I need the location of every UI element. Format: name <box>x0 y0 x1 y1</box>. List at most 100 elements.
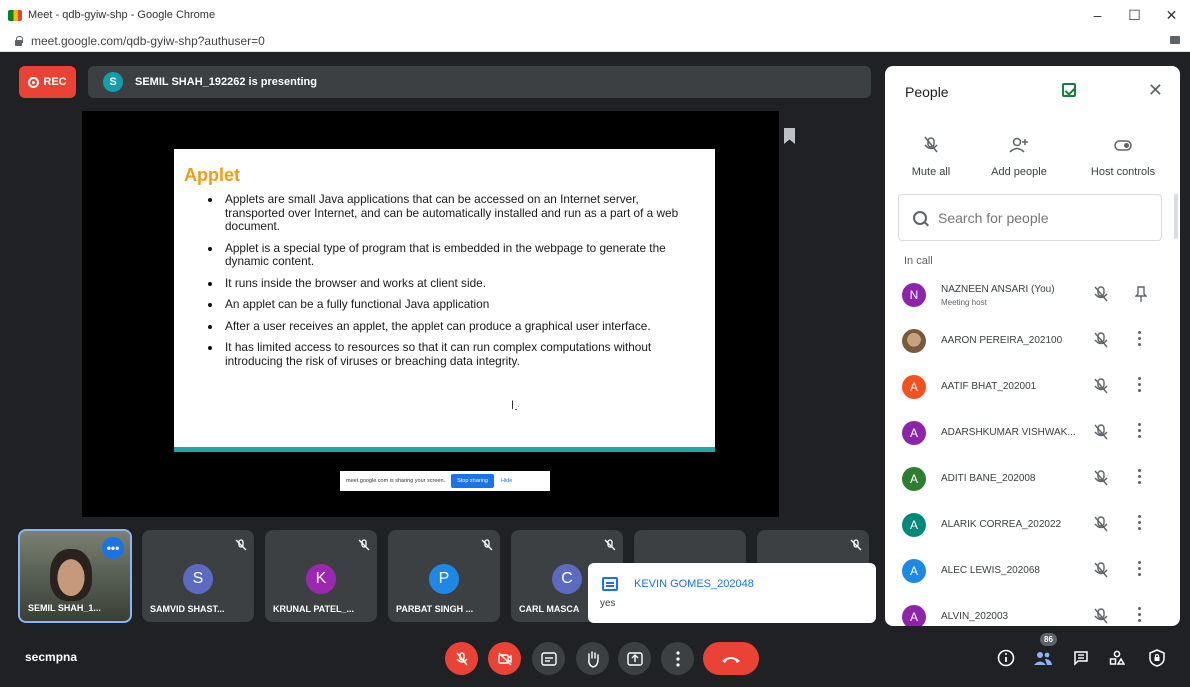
tile-name: SEMIL SHAH_1... <box>28 603 101 613</box>
meet-favicon-icon <box>8 9 22 21</box>
avatar: A <box>902 375 926 399</box>
more-options-icon[interactable]: ••• <box>102 537 124 559</box>
more-options-icon[interactable] <box>1138 515 1142 531</box>
slide-bullet: Applet is a special type of program that… <box>206 241 696 269</box>
presentation-area[interactable]: Applet Applets are small Java applicatio… <box>82 111 795 517</box>
url-text[interactable]: meet.google.com/qdb-gyiw-shp?authuser=0 <box>31 34 265 48</box>
slide-footer-stripe <box>174 447 715 452</box>
mic-off-icon[interactable] <box>1092 285 1110 303</box>
attendance-checklist-icon[interactable] <box>1062 83 1076 97</box>
mic-off-icon[interactable] <box>1092 377 1110 395</box>
participant-tile[interactable]: P PARBAT SINGH ... <box>388 530 500 622</box>
participant-tile[interactable]: K KRUNAL PATEL_... <box>265 530 377 622</box>
leave-call-button[interactable] <box>703 642 759 675</box>
slide-bullet: It has limited access to resources so th… <box>206 340 696 368</box>
mouse-pointer-icon <box>512 400 519 410</box>
participant-row[interactable]: A ALEC LEWIS_202068 <box>885 554 1180 600</box>
participant-video <box>50 549 92 601</box>
participant-row[interactable]: AARON PEREIRA_202100 <box>885 324 1180 370</box>
maximize-button[interactable]: ☐ <box>1116 0 1153 30</box>
tile-name: KRUNAL PATEL_... <box>273 604 355 614</box>
meeting-details-button[interactable] <box>995 647 1017 669</box>
more-options-icon[interactable] <box>1138 331 1142 347</box>
people-search-box[interactable] <box>898 194 1162 241</box>
close-panel-button[interactable]: ✕ <box>1148 80 1163 101</box>
recording-badge[interactable]: REC <box>19 66 76 98</box>
mic-off-icon[interactable] <box>1092 469 1110 487</box>
host-safety-button[interactable] <box>1146 647 1168 669</box>
mic-off-icon[interactable] <box>1092 331 1110 349</box>
record-icon <box>28 76 40 88</box>
tile-avatar: K <box>306 564 336 594</box>
add-people-label: Add people <box>991 166 1047 178</box>
participant-row[interactable]: A ADITI BANE_202008 <box>885 462 1180 508</box>
avatar <box>902 329 926 353</box>
pin-icon[interactable] <box>1135 285 1147 303</box>
add-people-button[interactable]: Add people <box>974 136 1064 178</box>
mic-off-icon <box>604 539 616 551</box>
participant-tile[interactable]: S SAMVID SHAST... <box>142 530 254 622</box>
mute-all-button[interactable]: Mute all <box>886 136 976 178</box>
screen-share-notice: meet.google.com is sharing your screen. … <box>340 471 550 491</box>
chat-button[interactable] <box>1070 647 1092 669</box>
participant-row[interactable]: A ADARSHKUMAR VISHWAK... <box>885 416 1180 462</box>
participant-name: AARON PEREIRA_202100 <box>941 335 1063 346</box>
mic-off-icon[interactable] <box>1092 515 1110 533</box>
presenting-banner: S SEMIL SHAH_192262 is presenting <box>88 66 871 98</box>
mic-off-icon <box>886 136 976 156</box>
search-input[interactable] <box>938 209 1138 226</box>
participant-row[interactable]: A AATIF BHAT_202001 <box>885 370 1180 416</box>
slide-bullet-list: Applets are small Java applications that… <box>206 192 696 376</box>
shield-lock-icon <box>1149 649 1165 667</box>
mic-off-icon[interactable] <box>1092 423 1110 441</box>
participant-row[interactable]: N NAZNEEN ANSARI (You) Meeting host <box>885 278 1180 324</box>
toggle-mic-button[interactable] <box>445 642 478 675</box>
more-options-icon[interactable] <box>1138 423 1142 439</box>
avatar: A <box>902 513 926 537</box>
shapes-icon <box>1109 650 1125 665</box>
camera-in-use-icon[interactable] <box>1170 36 1180 44</box>
more-options-icon[interactable] <box>1138 469 1142 485</box>
chat-notification[interactable]: KEVIN GOMES_202048 yes <box>588 563 876 623</box>
raise-hand-button[interactable] <box>576 642 609 675</box>
mic-off-icon[interactable] <box>1092 607 1110 625</box>
avatar: A <box>902 605 926 626</box>
participant-row[interactable]: A ALVIN_202003 <box>885 600 1180 626</box>
minimize-button[interactable]: – <box>1079 0 1116 30</box>
close-window-button[interactable]: ✕ <box>1153 0 1190 30</box>
captions-button[interactable] <box>532 642 565 675</box>
hide-notice-link[interactable]: Hide <box>501 478 512 484</box>
host-controls-button[interactable]: Host controls <box>1078 136 1168 178</box>
more-options-icon[interactable] <box>1138 561 1142 577</box>
mic-off-icon[interactable] <box>1092 561 1110 579</box>
present-icon <box>626 651 643 666</box>
slide-bullet: After a user receives an applet, the app… <box>206 319 696 334</box>
scrollbar[interactable] <box>1174 194 1178 239</box>
people-button[interactable] <box>1032 647 1054 669</box>
self-video-tile[interactable]: ••• SEMIL SHAH_1... <box>18 529 132 623</box>
slide: Applet Applets are small Java applicatio… <box>174 149 715 452</box>
toggle-icon <box>1078 136 1168 156</box>
address-bar[interactable]: meet.google.com/qdb-gyiw-shp?authuser=0 <box>0 30 1190 52</box>
browser-title-bar: Meet - qdb-gyiw-shp - Google Chrome – ☐ … <box>0 0 1190 30</box>
more-options-icon[interactable] <box>1138 607 1142 623</box>
more-options-icon[interactable] <box>1138 377 1142 393</box>
people-panel: People ✕ Mute all Add people Host contro… <box>885 66 1180 626</box>
window-controls: – ☐ ✕ <box>1079 0 1190 30</box>
hang-up-icon <box>722 656 740 663</box>
more-options-button[interactable] <box>661 642 694 675</box>
stop-sharing-button[interactable]: Stop sharing <box>451 474 494 488</box>
tile-name: CARL MASCA <box>519 604 580 614</box>
activities-button[interactable] <box>1106 647 1128 669</box>
toggle-camera-button[interactable] <box>488 642 521 675</box>
participant-row[interactable]: A ALARIK CORREA_202022 <box>885 508 1180 554</box>
mic-off-icon <box>481 539 493 551</box>
present-now-button[interactable] <box>618 642 651 675</box>
info-icon <box>997 649 1015 667</box>
camera-off-icon <box>497 652 512 665</box>
captions-icon <box>540 651 557 666</box>
bookmark-icon <box>784 128 795 144</box>
window-title: Meet - qdb-gyiw-shp - Google Chrome <box>28 9 216 21</box>
participant-count-badge: 86 <box>1040 633 1057 646</box>
lock-icon[interactable] <box>14 35 23 46</box>
